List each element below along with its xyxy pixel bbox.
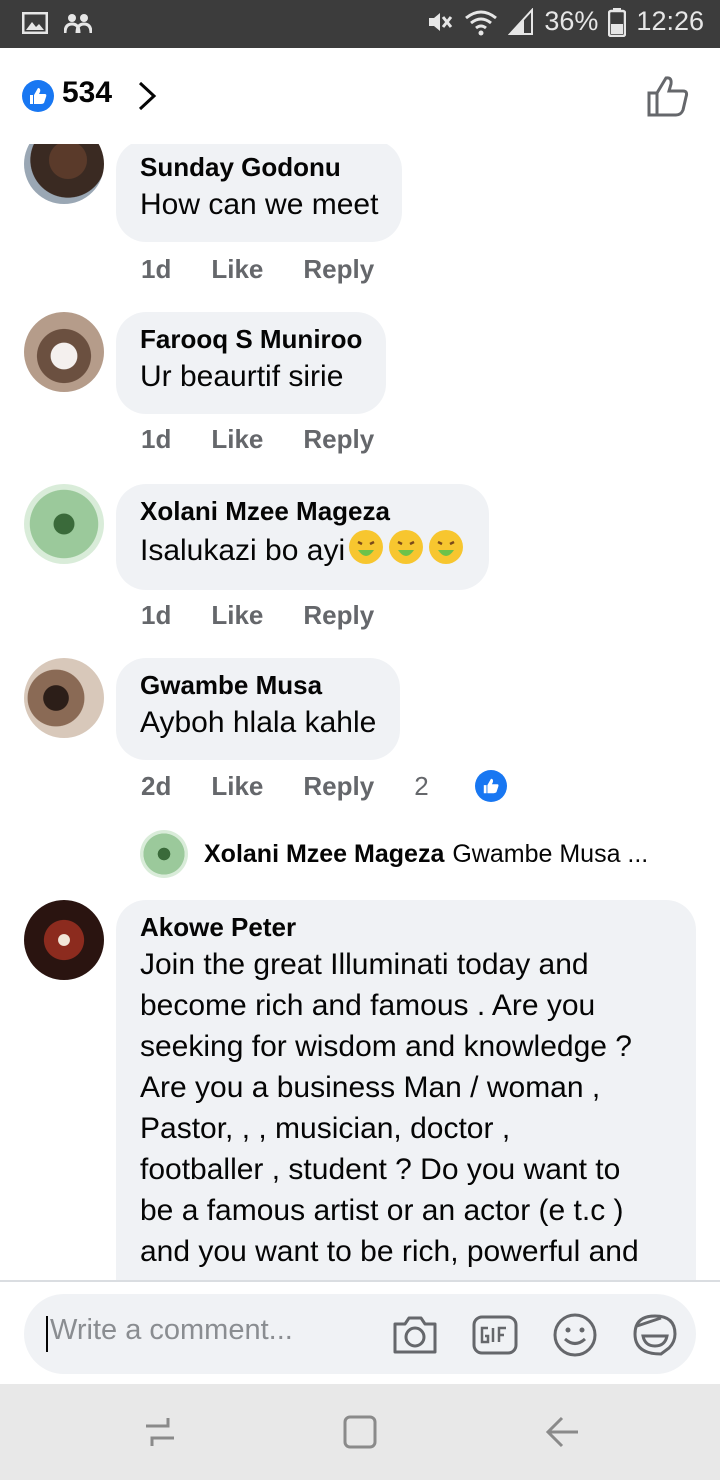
- text-caret: [46, 1316, 48, 1352]
- comment-bubble[interactable]: Farooq S Muniroo Ur beaurtif sirie: [116, 312, 387, 414]
- comments-list: Sunday Godonu How can we meet 1d Like Re…: [0, 144, 720, 1280]
- emoji-icon[interactable]: [550, 1310, 600, 1360]
- comment-actions: 1d Like Reply: [141, 600, 414, 631]
- comment-actions: 1d Like Reply: [141, 424, 414, 455]
- recent-apps-icon[interactable]: [140, 1412, 180, 1452]
- nauseated-face-icon: [349, 530, 384, 564]
- back-icon[interactable]: [542, 1412, 582, 1452]
- reply-snippet: Gwambe Musa ...: [452, 839, 649, 868]
- avatar: [140, 830, 188, 878]
- camera-icon[interactable]: [390, 1310, 440, 1360]
- sticker-icon[interactable]: [630, 1310, 680, 1360]
- signal-icon: [508, 7, 534, 36]
- gallery-icon: [21, 11, 49, 39]
- chevron-right-icon[interactable]: [136, 80, 158, 117]
- reactions-header: 534: [0, 48, 720, 144]
- comment-time: 2d: [141, 770, 172, 801]
- comments-sheet: 534 Sunday Godonu How can we meet 1d Lik…: [0, 48, 720, 1384]
- reply-author: Xolani Mzee Mageza: [204, 839, 445, 868]
- comment-bubble[interactable]: Sunday Godonu How can we meet: [116, 144, 403, 242]
- reaction-count: 2: [414, 770, 429, 801]
- like-link[interactable]: Like: [211, 771, 263, 802]
- avatar[interactable]: [24, 144, 104, 204]
- comment-bubble[interactable]: Gwambe Musa Ayboh hlala kahle: [116, 658, 401, 760]
- comment-actions: 1d Like Reply: [141, 254, 414, 285]
- comment-bubble[interactable]: Akowe Peter Join the great Illuminati to…: [116, 900, 696, 1280]
- mute-icon: [426, 8, 454, 36]
- comment-author[interactable]: Akowe Peter: [140, 910, 672, 944]
- comment-time: 1d: [141, 254, 172, 284]
- comment-input[interactable]: [50, 1314, 380, 1347]
- reply-link[interactable]: Reply: [303, 771, 374, 802]
- reaction-summary[interactable]: 2: [414, 770, 507, 802]
- status-bar: 36% 12:26: [0, 0, 720, 48]
- comment-composer: [24, 1294, 696, 1374]
- like-link[interactable]: Like: [211, 254, 263, 285]
- battery-percent: 36%: [544, 6, 599, 36]
- comment-line: footballer , student ? Do you want to: [140, 1153, 621, 1186]
- comment-bubble[interactable]: Xolani Mzee Mageza Isalukazi bo ayi: [116, 484, 490, 590]
- avatar[interactable]: [24, 658, 104, 738]
- contacts-icon: [63, 12, 93, 39]
- like-link[interactable]: Like: [211, 424, 263, 455]
- clock: 12:26: [636, 6, 704, 36]
- comment-composer-bar: [0, 1280, 720, 1384]
- reply-preview[interactable]: Xolani Mzee Mageza Gwambe Musa ...: [140, 830, 648, 878]
- avatar[interactable]: [24, 900, 104, 980]
- like-link[interactable]: Like: [211, 600, 263, 631]
- avatar[interactable]: [24, 312, 104, 392]
- comment-line: be a famous artist or an actor (e t.c ): [140, 1194, 624, 1227]
- reply-link[interactable]: Reply: [303, 600, 374, 631]
- like-reaction-icon: [474, 770, 507, 802]
- home-icon[interactable]: [340, 1412, 380, 1452]
- comment-author[interactable]: Gwambe Musa: [140, 668, 376, 702]
- battery-icon: [608, 7, 627, 37]
- comment-actions: 2d Like Reply 2: [141, 770, 507, 802]
- comment-line: Are you a business Man / woman ,: [140, 1071, 601, 1104]
- comment-line: become rich and famous . Are you: [140, 989, 596, 1022]
- comment-text: Ur beaurtif sirie: [140, 360, 344, 393]
- comment-line: and you want to be rich, powerful and: [140, 1235, 639, 1268]
- system-nav-bar: [0, 1384, 720, 1480]
- like-badge-icon: [22, 80, 54, 112]
- comment-text: Isalukazi bo ayi: [140, 528, 465, 571]
- comment-author[interactable]: Sunday Godonu: [140, 150, 378, 184]
- comment-text-value: Isalukazi bo ayi: [140, 534, 346, 567]
- comment-line: Join the great Illuminati today and: [140, 948, 589, 981]
- gif-icon[interactable]: [470, 1310, 520, 1360]
- comment-author[interactable]: Farooq S Muniroo: [140, 322, 362, 356]
- comment-author[interactable]: Xolani Mzee Mageza: [140, 494, 465, 528]
- wifi-icon: [464, 8, 498, 36]
- nauseated-face-icon: [389, 530, 424, 564]
- thumbs-up-outline-icon[interactable]: [646, 74, 690, 123]
- comment-text: How can we meet: [140, 188, 379, 221]
- reply-link[interactable]: Reply: [303, 424, 374, 455]
- comment-line: Pastor, , , musician, doctor ,: [140, 1112, 511, 1145]
- comment-text: Ayboh hlala kahle: [140, 706, 377, 739]
- avatar[interactable]: [24, 484, 104, 564]
- like-count[interactable]: 534: [62, 76, 112, 110]
- comment-line: seeking for wisdom and knowledge ?: [140, 1030, 632, 1063]
- comment-time: 1d: [141, 424, 172, 454]
- reply-link[interactable]: Reply: [303, 254, 374, 285]
- comment-time: 1d: [141, 600, 172, 630]
- status-notifications: [21, 11, 93, 39]
- status-indicators: 36% 12:26: [426, 6, 704, 37]
- nauseated-face-icon: [429, 530, 464, 564]
